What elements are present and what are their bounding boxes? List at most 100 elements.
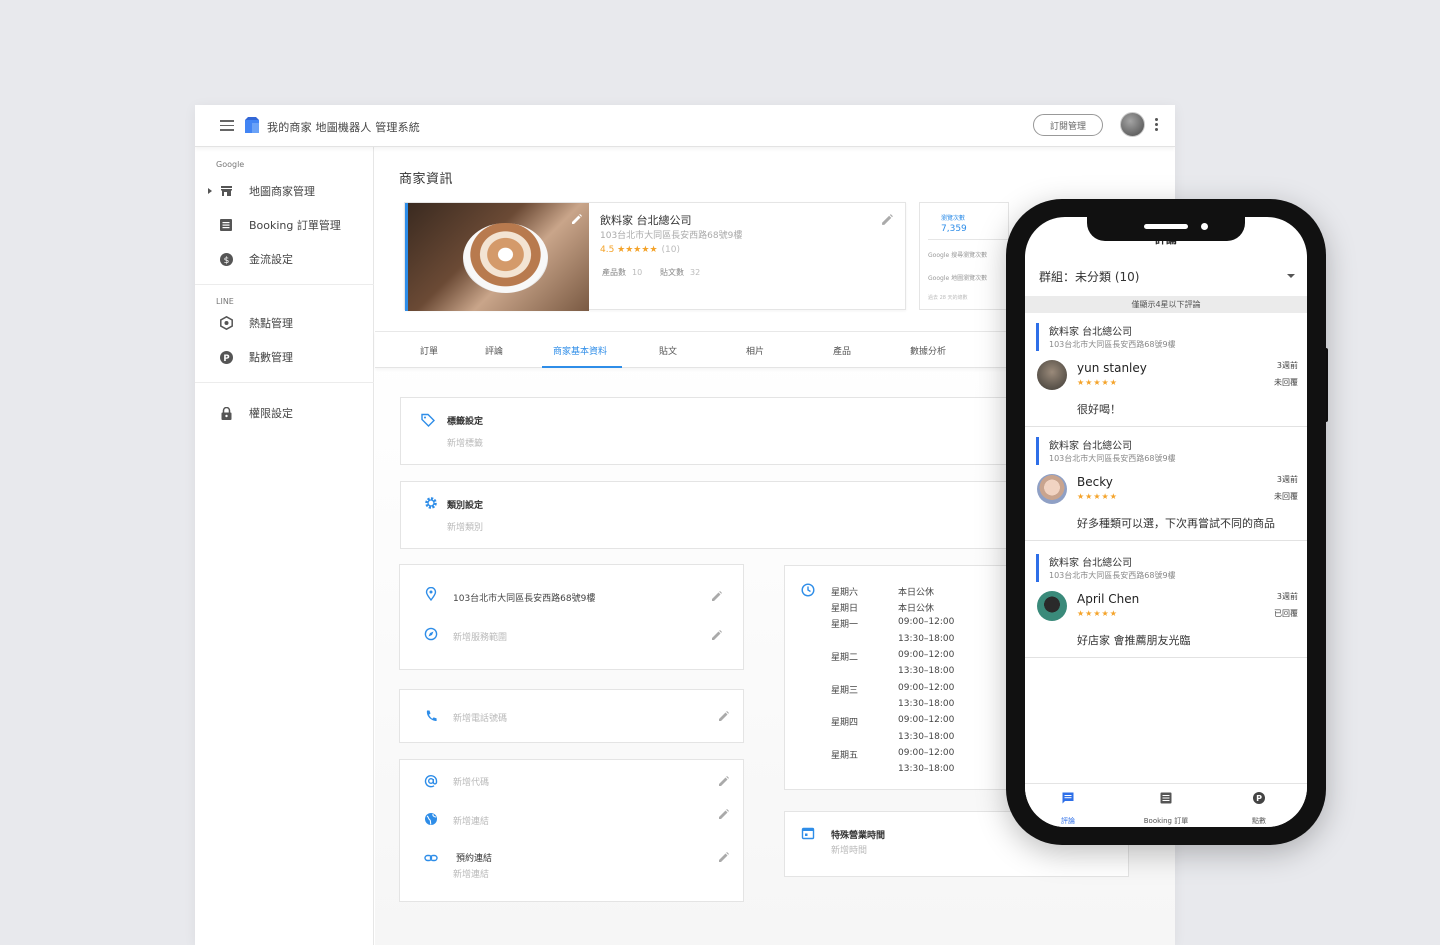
reviewer-avatar	[1037, 474, 1067, 504]
sidebar-item-permissions[interactable]: 權限設定	[195, 399, 374, 427]
calendar-icon	[801, 827, 815, 840]
review-item[interactable]: 飲料家 台北總公司 103台北市大同區長安西路68號9樓 April Chen …	[1025, 544, 1307, 658]
products-stat: 產品數 10	[602, 267, 642, 278]
hours-day: 星期六	[831, 588, 859, 598]
review-item[interactable]: 飲料家 台北總公司 103台北市大同區長安西路68號9樓 Becky ★★★★★…	[1025, 427, 1307, 541]
hours-day: 星期三	[831, 686, 859, 696]
hours-slot: 09:00–12:00	[898, 683, 955, 693]
review-item[interactable]: 飲料家 台北總公司 103台北市大同區長安西路68號9樓 yun stanley…	[1025, 313, 1307, 427]
review-text: 好店家 會推薦朋友光臨	[1077, 634, 1191, 647]
clock-icon	[801, 583, 815, 597]
nav-label: 評論	[1061, 817, 1075, 825]
sidebar-item-hotspot[interactable]: 熱點管理	[195, 309, 374, 337]
sidebar-item-label: 熱點管理	[249, 317, 293, 330]
code-placeholder[interactable]: 新增代碼	[453, 775, 489, 788]
hours-day: 星期二	[831, 653, 859, 663]
top-app-bar: 我的商家 地圖機器人 管理系統 訂閱管理	[195, 105, 1175, 147]
menu-icon[interactable]	[220, 120, 234, 131]
svg-text:P: P	[1256, 794, 1262, 803]
tags-title: 標籤設定	[447, 417, 484, 427]
edit-code-icon[interactable]	[718, 775, 730, 787]
business-name: 飲料家 台北總公司	[600, 214, 692, 227]
edit-business-icon[interactable]	[881, 213, 894, 226]
store-icon	[219, 184, 233, 198]
page-title: 商家資訊	[399, 172, 454, 187]
subscription-button[interactable]: 訂閱管理	[1033, 114, 1103, 136]
bottom-navigation: 評論 Booking 訂單 P 點數	[1025, 783, 1307, 827]
tab-reviews[interactable]: 評論	[485, 344, 503, 357]
business-photo[interactable]	[405, 203, 589, 311]
edit-phone-icon[interactable]	[718, 710, 730, 722]
user-avatar[interactable]	[1120, 112, 1145, 137]
store-indicator-bar	[1036, 437, 1039, 465]
sidebar: Google 地圖商家管理 Booking 訂單管理 $ 金流設定 LINE 熱…	[195, 147, 374, 945]
rating-stars: 4.5 ★★★★★	[600, 245, 658, 255]
sidebar-item-booking[interactable]: Booking 訂單管理	[195, 211, 374, 239]
edit-photo-icon[interactable]	[571, 213, 583, 225]
hours-slot: 09:00–12:00	[898, 748, 955, 758]
at-sign-icon	[424, 775, 438, 788]
period-note: 過去 28 天的總數	[928, 295, 968, 301]
phone-placeholder[interactable]: 新增電話號碼	[453, 711, 507, 724]
website-placeholder[interactable]: 新增連結	[453, 814, 489, 827]
hours-slot: 09:00–12:00	[898, 650, 955, 660]
views-value: 7,359	[941, 224, 967, 234]
tab-analytics[interactable]: 數據分析	[910, 344, 946, 357]
edit-website-icon[interactable]	[718, 808, 730, 820]
expand-arrow-icon[interactable]	[208, 188, 212, 194]
phone-icon	[426, 710, 437, 721]
review-stars: ★★★★★	[1077, 492, 1118, 501]
group-selector[interactable]: 群組：未分類 (10)	[1039, 268, 1139, 285]
hours-slot: 13:30–18:00	[898, 764, 955, 774]
reply-status: 未回覆	[1274, 378, 1298, 387]
nav-booking[interactable]: Booking 訂單	[1126, 792, 1206, 827]
camera-icon	[1201, 223, 1208, 230]
tags-placeholder[interactable]: 新增標籤	[447, 436, 483, 449]
service-area-placeholder[interactable]: 新增服務範圍	[453, 630, 507, 643]
rating-count: (10)	[661, 245, 680, 255]
gear-icon	[425, 497, 437, 509]
category-title: 類別設定	[447, 501, 484, 511]
sidebar-item-maps-business[interactable]: 地圖商家管理	[195, 177, 374, 205]
tab-products[interactable]: 產品	[833, 344, 851, 357]
category-placeholder[interactable]: 新增類別	[447, 520, 483, 533]
nav-reviews[interactable]: 評論	[1028, 792, 1108, 827]
sidebar-item-points[interactable]: P 點數管理	[195, 343, 374, 371]
special-hours-placeholder[interactable]: 新增時間	[831, 843, 867, 856]
review-store-name: 飲料家 台北總公司	[1049, 558, 1133, 569]
lock-icon	[219, 406, 233, 420]
edit-service-area-icon[interactable]	[711, 629, 723, 641]
svg-text:P: P	[223, 354, 229, 364]
link-icon	[424, 854, 438, 862]
edit-booking-link-icon[interactable]	[718, 851, 730, 863]
review-stars: ★★★★★	[1077, 378, 1118, 387]
review-store-address: 103台北市大同區長安西路68號9樓	[1049, 340, 1176, 349]
edit-address-icon[interactable]	[711, 590, 723, 602]
review-text: 很好喝！	[1077, 403, 1121, 416]
more-options-icon[interactable]	[1155, 118, 1158, 132]
posts-value: 32	[690, 268, 701, 277]
hours-slot: 13:30–18:00	[898, 634, 955, 644]
hours-day: 星期五	[831, 751, 859, 761]
booking-link-placeholder[interactable]: 新增連結	[453, 867, 489, 880]
store-indicator-bar	[1036, 554, 1039, 582]
tab-photos[interactable]: 相片	[746, 344, 764, 357]
review-time: 3週前	[1276, 361, 1298, 370]
list-icon	[1160, 792, 1172, 804]
review-time: 3週前	[1276, 475, 1298, 484]
globe-icon	[425, 813, 437, 825]
tab-posts[interactable]: 貼文	[659, 344, 677, 357]
reviewer-name: yun stanley	[1077, 361, 1147, 375]
posts-label: 貼文數	[660, 268, 684, 277]
nav-label: Booking 訂單	[1143, 817, 1189, 825]
hours-slot: 09:00–12:00	[898, 617, 955, 627]
tab-orders[interactable]: 訂單	[420, 344, 438, 357]
dropdown-caret-icon[interactable]	[1287, 274, 1295, 278]
sidebar-item-label: Booking 訂單管理	[249, 219, 341, 232]
nav-points[interactable]: P 點數	[1219, 792, 1299, 827]
sidebar-item-payment[interactable]: $ 金流設定	[195, 245, 374, 273]
business-card: 飲料家 台北總公司 103台北市大同區長安西路68號9樓 4.5 ★★★★★ (1…	[404, 202, 906, 311]
review-store-name: 飲料家 台北總公司	[1049, 441, 1133, 452]
tab-basic-info[interactable]: 商家基本資料	[553, 344, 607, 357]
products-label: 產品數	[602, 268, 626, 277]
